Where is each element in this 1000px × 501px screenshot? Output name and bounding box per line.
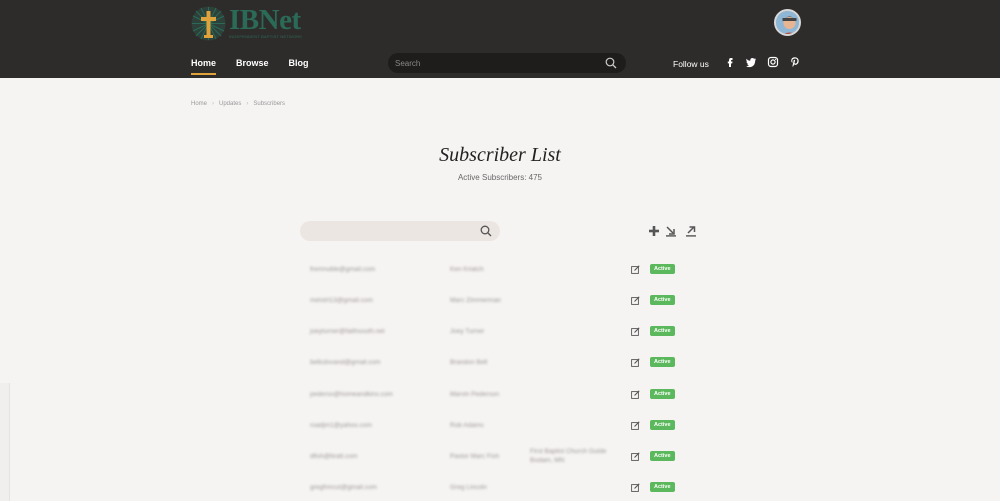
side-panel-tab[interactable] — [0, 383, 10, 501]
breadcrumb-home[interactable]: Home — [191, 101, 207, 107]
subscriber-name: Rob Adams — [450, 422, 484, 429]
subscriber-name: Greg Lincoln — [450, 484, 487, 491]
table-row: gregfnncut@gmail.com Greg Lincoln Active — [300, 480, 700, 500]
facebook-icon[interactable] — [724, 56, 736, 68]
subscriber-name: Ken Kriatch — [450, 266, 484, 273]
subscriber-email: fremnuble@gmail.com — [310, 266, 376, 273]
status-badge: Active — [650, 482, 675, 492]
breadcrumb-subscribers: Subscribers — [253, 101, 286, 107]
subscriber-email: dfish@bratt.com — [310, 453, 358, 460]
header-search-input[interactable] — [395, 55, 595, 71]
twitter-icon[interactable] — [745, 56, 757, 68]
main-nav: Home Browse Blog — [191, 58, 329, 75]
search-icon[interactable] — [605, 57, 617, 69]
breadcrumb-separator: › — [212, 101, 215, 107]
subscriber-name: Marvin Pederson — [450, 391, 500, 398]
import-icon[interactable] — [665, 225, 677, 237]
edit-icon[interactable] — [631, 296, 640, 305]
subscriber-email: gregfnncut@gmail.com — [310, 484, 377, 491]
follow-us-label: Follow us — [673, 59, 709, 69]
site-logo[interactable]: IBNet INDEPENDENT BAPTIST NETWORK — [191, 5, 302, 41]
breadcrumb-separator: › — [246, 101, 249, 107]
subscriber-name: Marc Zimmerman — [450, 297, 501, 304]
nav-browse[interactable]: Browse — [236, 58, 269, 68]
table-row: roadjm1@yahoo.com Rob Adams Active — [300, 418, 700, 438]
pinterest-icon[interactable] — [789, 56, 801, 68]
top-navbar: IBNet INDEPENDENT BAPTIST NETWORK Home B… — [0, 0, 1000, 78]
cross-logo-icon — [191, 6, 226, 41]
table-row: dfish@bratt.com Pastor Marc Fish First Bap… — [300, 448, 700, 469]
table-row: melstrt13@gmail.com Marc Zimmerman Active — [300, 293, 700, 313]
table-row: joeyturner@faithsouth.net Joey Turner Acti… — [300, 324, 700, 344]
edit-icon[interactable] — [631, 327, 640, 336]
status-badge: Active — [650, 451, 675, 461]
subscriber-name: Joey Turner — [450, 328, 485, 335]
table-row: fremnuble@gmail.com Ken Kriatch Active — [300, 262, 700, 282]
status-badge: Active — [650, 295, 675, 305]
nav-blog[interactable]: Blog — [289, 58, 309, 68]
edit-icon[interactable] — [631, 452, 640, 461]
add-subscriber-icon[interactable] — [648, 225, 660, 237]
subscriber-email: bellcdsvand@gmail.com — [310, 359, 381, 366]
status-badge: Active — [650, 420, 675, 430]
subscriber-email: pederso@homeandkins.com — [310, 391, 393, 398]
page-title: Subscriber List — [439, 144, 561, 166]
status-badge: Active — [650, 326, 675, 336]
table-row: pederso@homeandkins.com Marvin Pederson Ac… — [300, 387, 700, 407]
header-search — [388, 53, 626, 73]
subscriber-email: roadjm1@yahoo.com — [310, 422, 372, 429]
export-icon[interactable] — [685, 225, 697, 237]
logo-tagline: INDEPENDENT BAPTIST NETWORK — [229, 34, 303, 39]
breadcrumb: Home › Updates › Subscribers — [191, 101, 285, 107]
subscriber-email: melstrt13@gmail.com — [310, 297, 373, 304]
edit-icon[interactable] — [631, 421, 640, 430]
subscriber-name: Brandon Bell — [450, 359, 488, 366]
subscriber-email: joeyturner@faithsouth.net — [310, 328, 385, 335]
subscriber-search — [300, 221, 500, 241]
breadcrumb-updates[interactable]: Updates — [219, 101, 241, 107]
edit-icon[interactable] — [631, 390, 640, 399]
subscriber-search-input[interactable] — [308, 223, 468, 239]
edit-icon[interactable] — [631, 358, 640, 367]
nav-home[interactable]: Home — [191, 58, 217, 75]
edit-icon[interactable] — [631, 483, 640, 492]
status-badge: Active — [650, 389, 675, 399]
subscriber-name: Pastor Marc Fish — [450, 453, 500, 460]
status-badge: Active — [650, 357, 675, 367]
instagram-icon[interactable] — [767, 56, 779, 68]
subscriber-church: First Baptist Church Gulde Bodam, MN — [530, 448, 607, 464]
edit-icon[interactable] — [631, 265, 640, 274]
active-subscribers-count: Active Subscribers: 475 — [457, 173, 543, 182]
user-avatar[interactable] — [774, 9, 801, 36]
table-row: bellcdsvand@gmail.com Brandon Bell Active — [300, 355, 700, 375]
status-badge: Active — [650, 264, 675, 274]
logo-name: IBNet — [229, 4, 301, 36]
search-icon[interactable] — [480, 225, 492, 237]
